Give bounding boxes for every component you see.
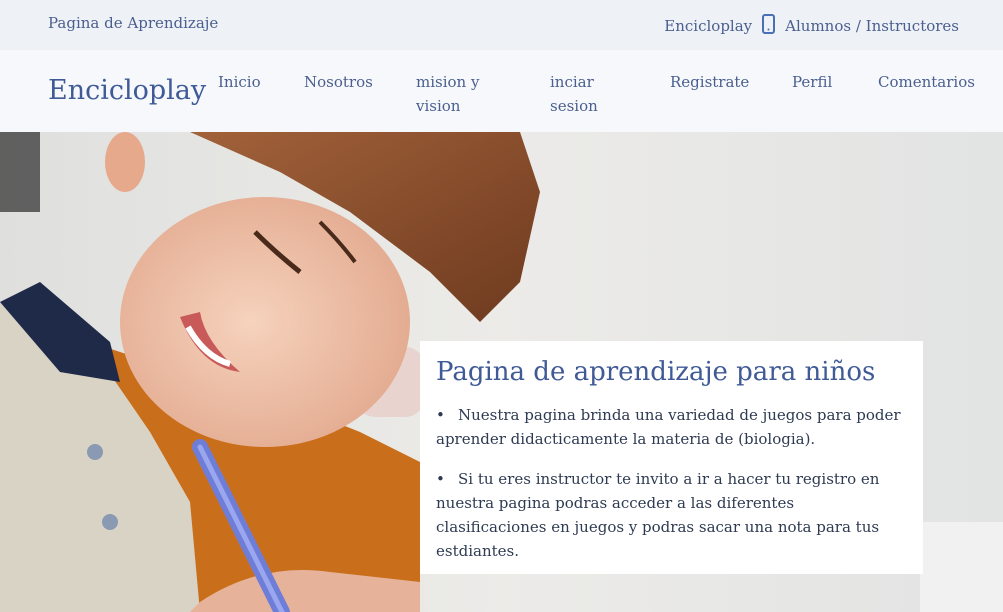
- nav-item-iniciar-sesion[interactable]: inciar sesion: [550, 70, 598, 118]
- nav-label: Perfil: [792, 73, 833, 91]
- brand-logo[interactable]: Encicloplay: [48, 75, 206, 106]
- nav-label: Comentarios: [878, 73, 975, 91]
- nav-item-nosotros[interactable]: Nosotros: [304, 70, 373, 94]
- top-bar: Pagina de Aprendizaje Encicloplay Alumno…: [0, 0, 1003, 50]
- list-item: • Nuestra pagina brinda una variedad de j…: [436, 403, 907, 451]
- info-list: • Nuestra pagina brinda una variedad de j…: [436, 403, 907, 563]
- audience-link[interactable]: Alumnos / Instructores: [785, 17, 959, 35]
- nav-label: Inicio: [218, 73, 261, 91]
- nav-label-line2: vision: [416, 97, 461, 115]
- list-item-text: Si tu eres instructor te invito a ir a h…: [436, 470, 880, 560]
- nav-item-registrate[interactable]: Registrate: [670, 70, 749, 94]
- phone-icon: [762, 14, 776, 38]
- top-bar-right: Encicloplay Alumnos / Instructores: [664, 14, 959, 38]
- list-item: • Si tu eres instructor te invito a ir a …: [436, 467, 907, 563]
- brand-small-link[interactable]: Encicloplay: [664, 17, 752, 35]
- bullet-icon: •: [436, 470, 445, 488]
- info-card: Pagina de aprendizaje para niños • Nuestr…: [420, 341, 923, 574]
- nav-item-mision-vision[interactable]: mision y vision: [416, 70, 479, 118]
- nav-label: Registrate: [670, 73, 750, 91]
- site-label: Pagina de Aprendizaje: [48, 14, 219, 32]
- main-navbar: Encicloplay Inicio Nosotros mision y vis…: [0, 50, 1003, 132]
- bullet-icon: •: [436, 406, 445, 424]
- nav-label: inciar: [550, 73, 594, 91]
- nav-label: mision y: [416, 73, 480, 91]
- nav-label: Nosotros: [304, 73, 373, 91]
- nav-item-inicio[interactable]: Inicio: [218, 70, 261, 94]
- nav-item-perfil[interactable]: Perfil: [792, 70, 832, 94]
- card-title: Pagina de aprendizaje para niños: [436, 357, 876, 387]
- list-item-text: Nuestra pagina brinda una variedad de ju…: [436, 406, 901, 448]
- nav-item-comentarios[interactable]: Comentarios: [878, 70, 975, 94]
- nav-label-line2: sesion: [550, 97, 598, 115]
